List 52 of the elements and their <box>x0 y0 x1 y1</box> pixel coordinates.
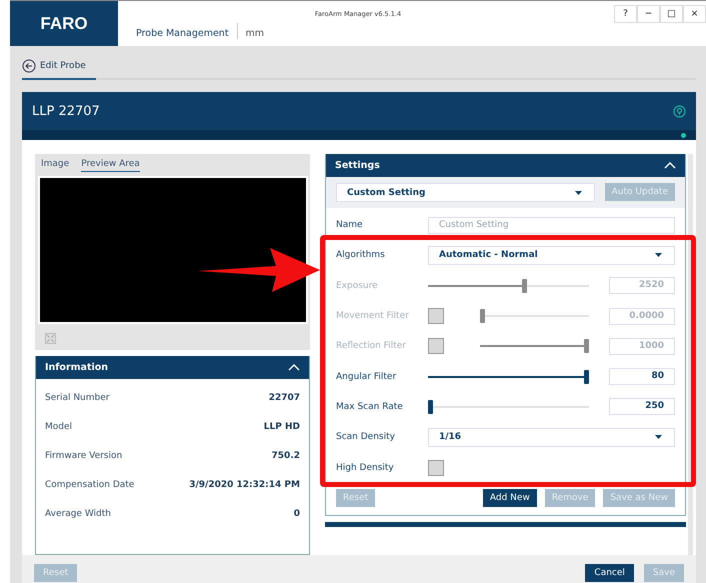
window-control-button[interactable]: ? <box>614 5 637 23</box>
caret-icon <box>655 253 662 258</box>
window-control-button[interactable]: × <box>683 5 706 23</box>
info-label: Firmware Version <box>45 450 122 460</box>
preview-tab[interactable]: Image <box>41 159 70 172</box>
status-dot-icon <box>681 132 686 138</box>
scrollbar[interactable] <box>688 154 693 555</box>
dropdown[interactable]: 1/16 <box>428 428 675 447</box>
back-tab[interactable]: Edit Probe <box>22 59 96 80</box>
setting-label: Max Scan Rate <box>336 402 404 412</box>
slider-thumb[interactable] <box>428 400 433 414</box>
info-value: LLP HD <box>264 422 300 432</box>
expand-icon[interactable] <box>45 333 56 344</box>
caret-icon <box>655 435 662 440</box>
value-field[interactable]: 80 <box>609 368 675 386</box>
setting-label: Reflection Filter <box>336 341 407 352</box>
value-field[interactable]: 250 <box>609 398 675 416</box>
info-label: Average Width <box>45 508 111 518</box>
setting-label: Angular Filter <box>336 372 398 382</box>
information-header[interactable]: Information <box>36 356 309 379</box>
info-value: 0 <box>294 508 300 518</box>
probe-name: LLP 22707 <box>32 104 100 118</box>
info-label: Serial Number <box>45 392 110 402</box>
settings-action-button[interactable]: Add New <box>482 488 537 507</box>
name-field[interactable]: Custom Setting <box>428 216 675 234</box>
collapse-icon <box>664 162 676 169</box>
nav-link[interactable]: Probe Management <box>136 28 229 39</box>
probe-status-icon <box>673 104 686 118</box>
dropdown[interactable]: Automatic - Normal <box>428 246 675 265</box>
setting-label: High Density <box>336 462 395 473</box>
info-label: Compensation Date <box>45 480 134 490</box>
setting-label: Algorithms <box>336 250 386 260</box>
logo: FARO <box>10 1 118 46</box>
footer-button[interactable]: Cancel <box>585 564 634 582</box>
collapse-icon <box>288 364 300 371</box>
slider-thumb[interactable] <box>584 370 589 384</box>
info-value: 750.2 <box>272 450 300 460</box>
units-label[interactable]: mm <box>246 28 264 39</box>
window-control-button[interactable]: − <box>637 5 660 23</box>
checkbox[interactable] <box>428 460 444 476</box>
window-control-button[interactable]: □ <box>660 5 683 23</box>
caret-icon <box>574 190 582 194</box>
settings-header[interactable]: Settings <box>326 154 685 177</box>
preset-dropdown[interactable]: Custom Setting <box>336 183 595 202</box>
setting-label: Name <box>336 220 364 230</box>
info-value: 22707 <box>268 392 300 402</box>
setting-label: Exposure <box>336 280 379 291</box>
info-label: Model <box>45 422 72 432</box>
preview-tab[interactable]: Preview Area <box>81 159 140 172</box>
setting-label: Movement Filter <box>336 311 410 322</box>
info-value: 3/9/2020 12:32:14 PM <box>189 480 300 490</box>
setting-label: Scan Density <box>336 432 396 442</box>
